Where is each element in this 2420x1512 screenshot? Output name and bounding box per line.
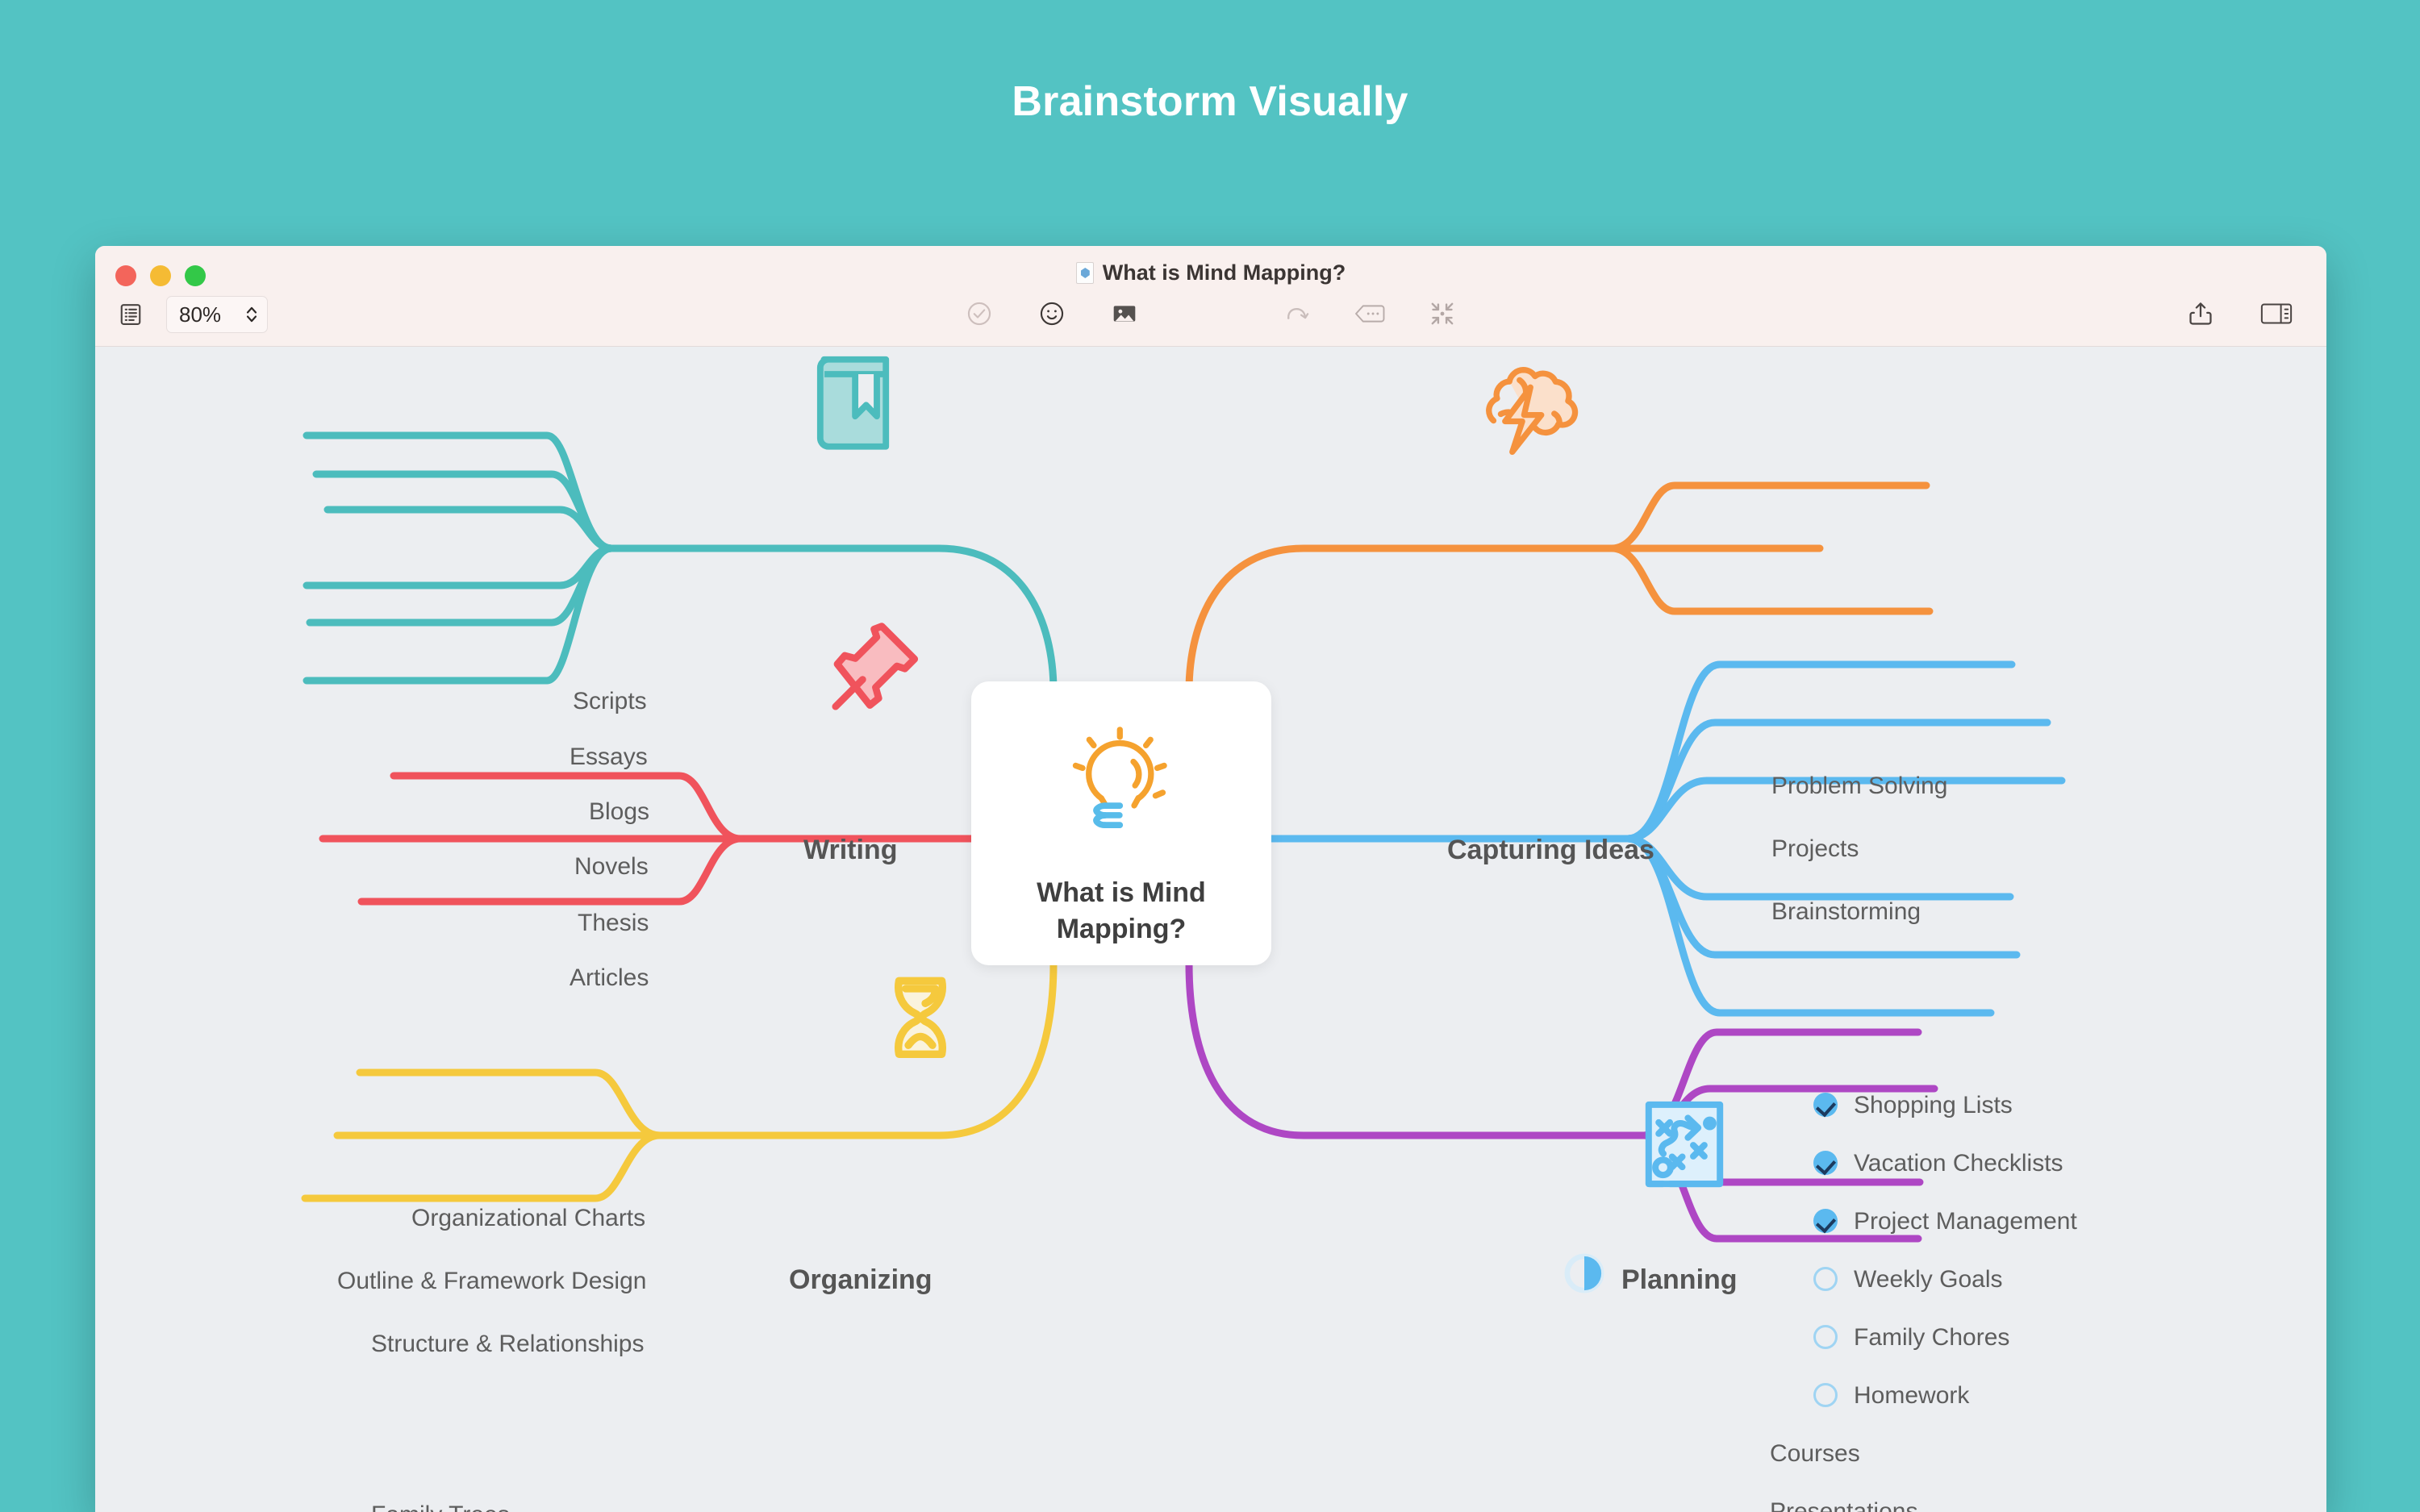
window-titlebar: What is Mind Mapping? 80% xyxy=(95,246,2326,347)
leaf-label-brainstorming[interactable]: Brainstorming xyxy=(1771,900,1921,924)
branch-label-writing[interactable]: Writing xyxy=(803,836,897,864)
leaf-label-courses[interactable]: Courses xyxy=(1770,1442,1860,1466)
branch-label-capturing-ideas[interactable]: Capturing Ideas xyxy=(1447,836,1654,864)
checkbox-vacation-checklists[interactable] xyxy=(1813,1151,1838,1175)
window-title-text: What is Mind Mapping? xyxy=(1102,260,1346,285)
leaf-label-organizational-charts[interactable]: Organizational Charts xyxy=(411,1206,645,1231)
leaf-label-weekly-goals[interactable]: Weekly Goals xyxy=(1854,1268,2003,1292)
leaf-label-blogs[interactable]: Blogs xyxy=(589,800,649,824)
toolbar-left: 80% xyxy=(113,296,268,333)
connector-planning xyxy=(1267,660,2066,1017)
outline-icon[interactable] xyxy=(113,297,148,332)
leaf-label-problem-solving[interactable]: Problem Solving xyxy=(1771,774,1947,798)
leaf-label-novels[interactable]: Novels xyxy=(574,855,649,879)
leaf-label-structure-relationships[interactable]: Structure & Relationships xyxy=(371,1332,645,1356)
branch-label-planning[interactable]: Planning xyxy=(1621,1266,1738,1293)
connector-writing xyxy=(302,431,1058,695)
app-window: What is Mind Mapping? 80% What is Mind M… xyxy=(95,246,2326,1512)
redo-icon[interactable] xyxy=(1279,296,1315,331)
checkbox-weekly-goals[interactable] xyxy=(1813,1267,1838,1291)
window-title: What is Mind Mapping? xyxy=(95,260,2326,285)
half-progress-icon xyxy=(1564,1253,1604,1293)
document-icon xyxy=(1075,262,1094,284)
leaf-label-projects[interactable]: Projects xyxy=(1771,837,1859,861)
leaf-label-thesis[interactable]: Thesis xyxy=(578,911,649,935)
root-node-label: What is Mind Mapping? xyxy=(1037,877,1206,944)
leaf-label-project-management[interactable]: Project Management xyxy=(1854,1210,2077,1234)
leaf-label-vacation-checklists[interactable]: Vacation Checklists xyxy=(1854,1152,2063,1176)
checkbox-family-chores[interactable] xyxy=(1813,1325,1838,1349)
lightbulb-icon xyxy=(1072,727,1167,828)
checkbox-homework[interactable] xyxy=(1813,1383,1838,1407)
root-node[interactable]: What is Mind Mapping? xyxy=(971,681,1271,965)
book-bookmark-icon xyxy=(816,356,890,450)
inspector-toggle-icon[interactable] xyxy=(2259,296,2294,331)
zoom-level-field[interactable]: 80% xyxy=(166,296,268,333)
leaf-label-presentations[interactable]: Presentations xyxy=(1770,1500,1917,1512)
brainstorm-bolt-icon xyxy=(1486,367,1579,456)
leaf-label-family-chores[interactable]: Family Chores xyxy=(1854,1326,2009,1350)
focus-collapse-icon[interactable] xyxy=(1425,296,1460,331)
zoom-level-value: 80% xyxy=(179,302,222,327)
leaf-label-articles[interactable]: Articles xyxy=(570,966,649,990)
task-checkmark-icon[interactable] xyxy=(962,296,997,331)
share-icon[interactable] xyxy=(2183,296,2218,331)
toolbar-center xyxy=(962,296,1460,331)
leaf-label-scripts[interactable]: Scripts xyxy=(573,689,647,714)
page-title: Brainstorm Visually xyxy=(1012,78,1408,125)
leaf-label-outline-framework-design[interactable]: Outline & Framework Design xyxy=(337,1269,646,1293)
zoom-stepper xyxy=(246,306,257,323)
checkbox-project-management[interactable] xyxy=(1813,1209,1838,1233)
note-tag-icon[interactable] xyxy=(1352,296,1387,331)
checkbox-shopping-lists[interactable] xyxy=(1813,1093,1838,1117)
pushpin-icon xyxy=(832,623,919,710)
emoji-icon[interactable] xyxy=(1034,296,1070,331)
leaf-label-essays[interactable]: Essays xyxy=(570,745,648,769)
leaf-label-homework[interactable]: Homework xyxy=(1854,1384,1969,1408)
image-icon[interactable] xyxy=(1107,296,1142,331)
leaf-label-family-trees[interactable]: Family Trees xyxy=(371,1503,510,1512)
strategy-board-icon xyxy=(1645,1101,1724,1188)
toolbar-right xyxy=(2183,296,2294,331)
leaf-label-shopping-lists[interactable]: Shopping Lists xyxy=(1854,1093,2013,1118)
branch-label-organizing[interactable]: Organizing xyxy=(789,1266,933,1293)
connector-capturing-ideas xyxy=(1185,481,1934,695)
hourglass-icon xyxy=(895,977,946,1058)
mindmap-canvas[interactable]: What is Mind Mapping? Writing Scripts Es… xyxy=(95,347,2326,1512)
